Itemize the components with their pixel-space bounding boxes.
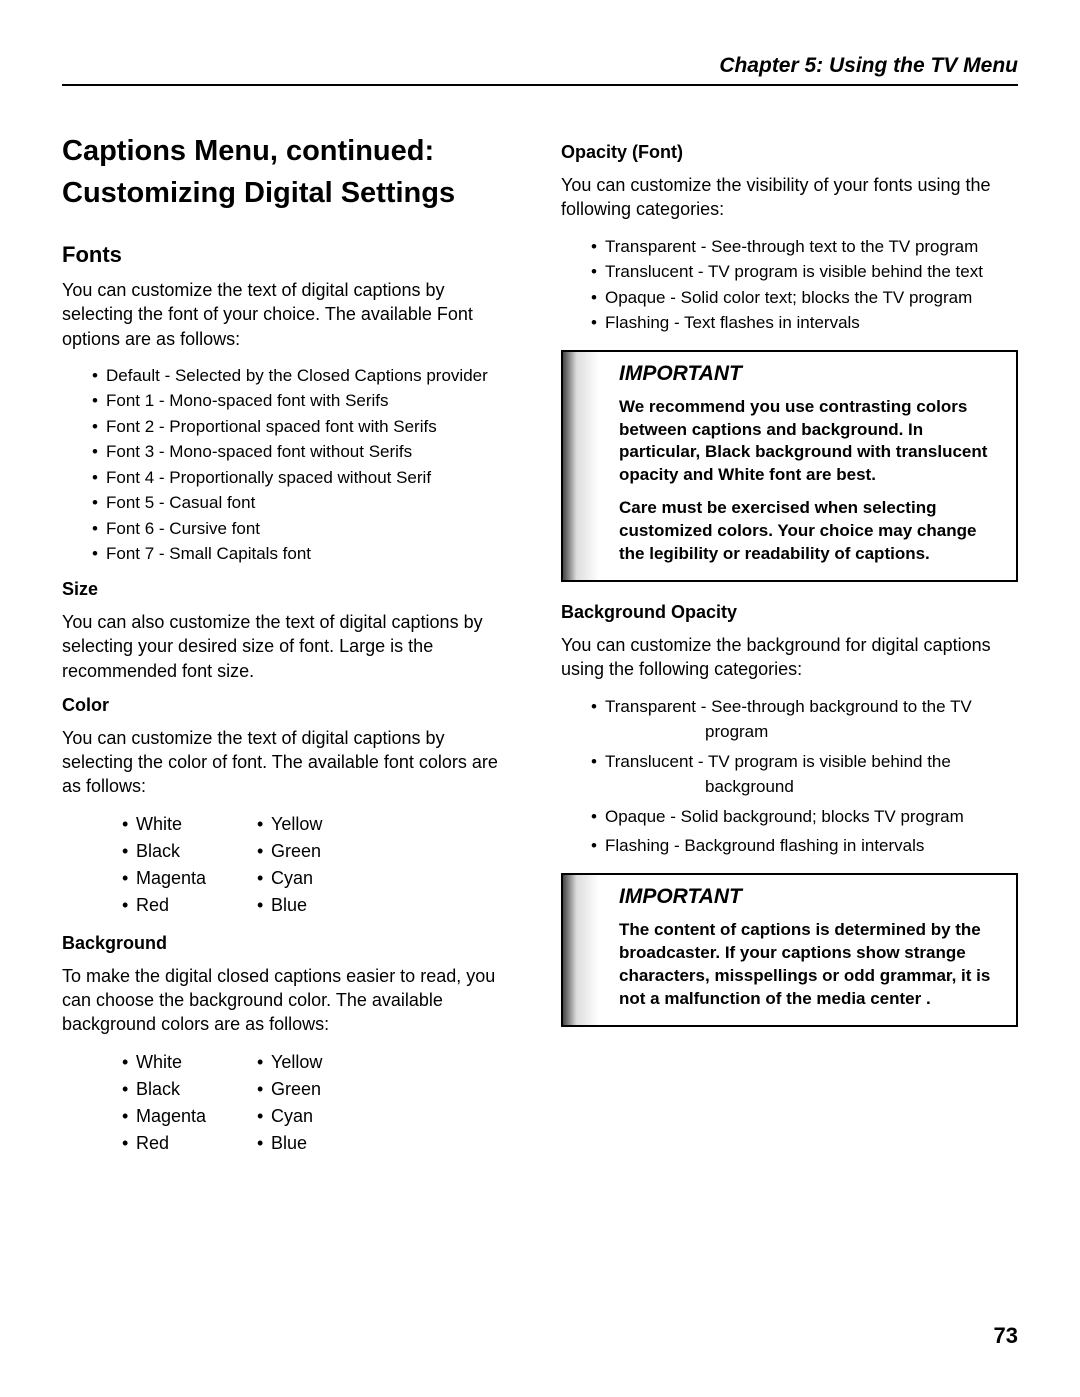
left-column: Captions Menu, continued: Customizing Di… (62, 130, 519, 1171)
color-item: Cyan (257, 865, 372, 892)
list-item: Font 4 - Proportionally spaced without S… (92, 465, 519, 491)
list-item: Flashing - Text flashes in intervals (591, 310, 1018, 336)
chapter-header: Chapter 5: Using the TV Menu (62, 54, 1018, 78)
list-item: Opaque - Solid color text; blocks the TV… (591, 285, 1018, 311)
list-item: Transparent - See-through text to the TV… (591, 234, 1018, 260)
page-number: 73 (994, 1323, 1018, 1349)
list-item: Font 6 - Cursive font (92, 516, 519, 542)
bg-opacity-list: Transparent - See-through background to … (561, 694, 1018, 859)
list-item: Default - Selected by the Closed Caption… (92, 363, 519, 389)
color-item: Yellow (257, 1049, 372, 1076)
opacity-font-heading: Opacity (Font) (561, 142, 1018, 163)
color-item: Red (122, 1130, 237, 1157)
bg-opacity-text: You can customize the background for dig… (561, 633, 1018, 682)
size-text: You can also customize the text of digit… (62, 610, 519, 683)
list-item: Flashing - Background flashing in interv… (591, 833, 1018, 859)
color-item: Magenta (122, 1103, 237, 1130)
list-item: Font 5 - Casual font (92, 490, 519, 516)
important-box-1: IMPORTANT We recommend you use contrasti… (561, 350, 1018, 583)
size-heading: Size (62, 579, 519, 600)
opacity-font-list: Transparent - See-through text to the TV… (561, 234, 1018, 336)
list-item: Translucent - TV program is visible behi… (591, 749, 1018, 800)
color-item: Green (257, 838, 372, 865)
color-text: You can customize the text of digital ca… (62, 726, 519, 799)
list-item: Font 2 - Proportional spaced font with S… (92, 414, 519, 440)
list-item: Transparent - See-through background to … (591, 694, 1018, 745)
important-text: We recommend you use contrasting colors … (619, 396, 996, 488)
important-title: IMPORTANT (619, 362, 996, 386)
color-item: Magenta (122, 865, 237, 892)
list-item: Font 1 - Mono-spaced font with Serifs (92, 388, 519, 414)
bg-opacity-heading: Background Opacity (561, 602, 1018, 623)
color-item: Red (122, 892, 237, 919)
list-item: Font 7 - Small Capitals font (92, 541, 519, 567)
important-text: The content of captions is determined by… (619, 919, 996, 1011)
color-item: Yellow (257, 811, 372, 838)
page-title: Captions Menu, continued: Customizing Di… (62, 130, 519, 214)
color-item: Black (122, 838, 237, 865)
list-item: Opaque - Solid background; blocks TV pro… (591, 804, 1018, 830)
background-heading: Background (62, 933, 519, 954)
content-columns: Captions Menu, continued: Customizing Di… (62, 130, 1018, 1171)
list-item: Font 3 - Mono-spaced font without Serifs (92, 439, 519, 465)
opacity-font-text: You can customize the visibility of your… (561, 173, 1018, 222)
fonts-list: Default - Selected by the Closed Caption… (62, 363, 519, 567)
color-item: Cyan (257, 1103, 372, 1130)
header-rule (62, 84, 1018, 86)
color-heading: Color (62, 695, 519, 716)
fonts-heading: Fonts (62, 242, 519, 268)
color-item: White (122, 1049, 237, 1076)
fonts-intro: You can customize the text of digital ca… (62, 278, 519, 351)
color-grid: White Yellow Black Green Magenta Cyan Re… (62, 811, 519, 919)
important-box-2: IMPORTANT The content of captions is det… (561, 873, 1018, 1027)
background-grid: White Yellow Black Green Magenta Cyan Re… (62, 1049, 519, 1157)
color-item: Green (257, 1076, 372, 1103)
color-item: Blue (257, 1130, 372, 1157)
color-item: Blue (257, 892, 372, 919)
color-item: White (122, 811, 237, 838)
important-title: IMPORTANT (619, 885, 996, 909)
important-text: Care must be exercised when selecting cu… (619, 497, 996, 566)
list-item: Translucent - TV program is visible behi… (591, 259, 1018, 285)
color-item: Black (122, 1076, 237, 1103)
right-column: Opacity (Font) You can customize the vis… (561, 130, 1018, 1171)
background-text: To make the digital closed captions easi… (62, 964, 519, 1037)
